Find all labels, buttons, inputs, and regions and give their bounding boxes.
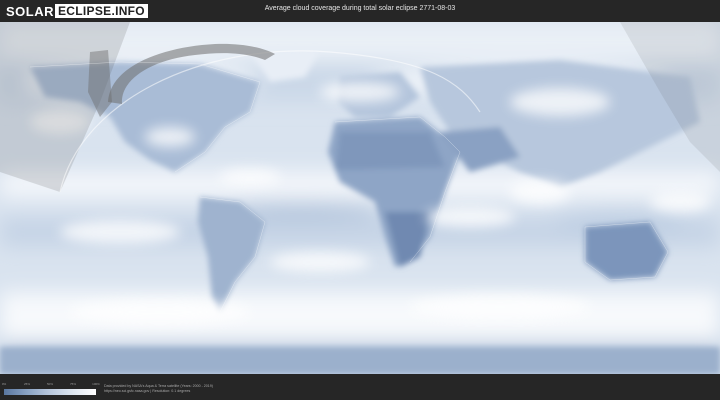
- scale-tick: 100%: [92, 382, 100, 386]
- scale-tick: 50%: [46, 382, 54, 386]
- antarctica: [0, 347, 720, 374]
- scale-ticks: 0% 25% 50% 75% 100%: [1, 382, 100, 388]
- footer-bar: 0% 25% 50% 75% 100% Data provided by NAS…: [0, 374, 720, 400]
- scale-tick: 25%: [23, 382, 31, 386]
- scale-tick: 75%: [69, 382, 77, 386]
- credits-line-2: https://neo.sci.gsfc.nasa.gov | Resoluti…: [104, 389, 191, 393]
- scale-tick: 0%: [1, 382, 7, 386]
- sahara: [335, 132, 445, 170]
- cloud-coverage-map: [0, 22, 720, 374]
- cloud-coverage-scale-bar: [4, 389, 96, 395]
- data-credits: Data provided by NASA's Aqua & Terra sat…: [104, 384, 213, 394]
- header-bar: SOLAR ECLIPSE.INFO Average cloud coverag…: [0, 0, 720, 22]
- map-title: Average cloud coverage during total sola…: [264, 5, 456, 12]
